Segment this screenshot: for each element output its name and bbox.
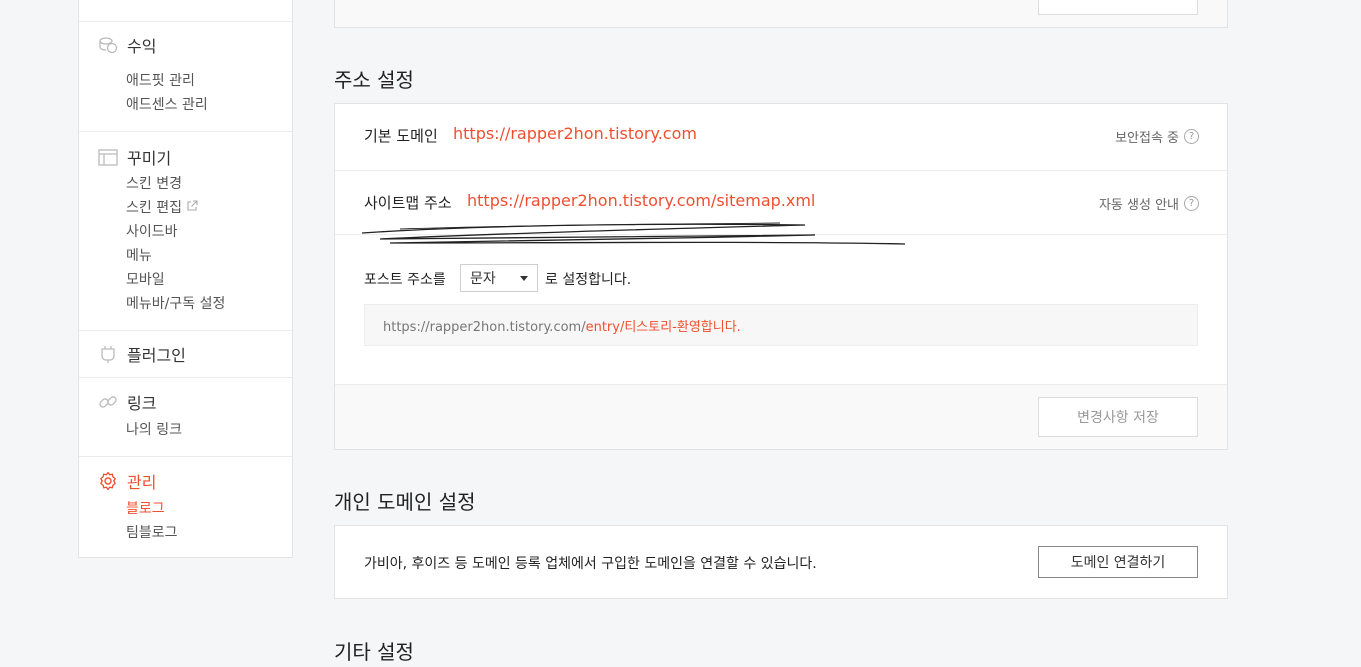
section-title-address: 주소 설정: [334, 68, 414, 92]
sitemap-url[interactable]: https://rapper2hon.tistory.com/sitemap.x…: [467, 191, 815, 210]
sidebar-item-skin-change[interactable]: 스킨 변경: [126, 173, 182, 193]
sidebar-item-mobile[interactable]: 모바일: [126, 269, 165, 289]
sidebar-group-label: 플러그인: [127, 346, 186, 365]
divider: [79, 131, 292, 132]
sidebar-item-adfit[interactable]: 애드핏 관리: [126, 70, 195, 90]
post-address-preview: https://rapper2hon.tistory.com/entry/티스토…: [364, 304, 1198, 346]
sidebar-item-label: 스킨 편집: [126, 200, 182, 216]
help-icon[interactable]: ?: [1184, 129, 1199, 144]
divider: [79, 377, 292, 378]
secure-status: 보안접속 중?: [1115, 127, 1199, 146]
sidebar-item-menubar-subscribe[interactable]: 메뉴바/구독 설정: [126, 293, 225, 313]
previous-save-button[interactable]: [1038, 0, 1198, 15]
sitemap-help-label: 자동 생성 안내: [1098, 198, 1179, 213]
section-title-custom-domain: 개인 도메인 설정: [334, 490, 476, 514]
sidebar-group-manage[interactable]: 관리: [97, 469, 156, 493]
sidebar: 수익 애드핏 관리 애드센스 관리 꾸미기 스킨 변경 스킨 편집 사이드바 메…: [78, 0, 293, 558]
post-address-select[interactable]: 문자: [460, 264, 538, 292]
gear-icon: [97, 470, 119, 492]
sidebar-group-label: 수익: [127, 37, 157, 56]
preview-base-url: https://rapper2hon.tistory.com/: [383, 320, 586, 335]
section-title-other: 기타 설정: [334, 640, 414, 664]
sidebar-item-my-link[interactable]: 나의 링크: [126, 419, 182, 439]
divider: [79, 21, 292, 22]
post-address-prefix: 포스트 주소를: [364, 272, 446, 288]
post-address-area: 포스트 주소를 문자 로 설정합니다. https://rapper2hon.t…: [335, 234, 1227, 384]
help-icon[interactable]: ?: [1184, 196, 1199, 211]
sidebar-item-sidebar[interactable]: 사이드바: [126, 221, 178, 241]
default-domain-url[interactable]: https://rapper2hon.tistory.com: [453, 124, 697, 143]
divider: [335, 384, 1227, 385]
custom-domain-card: 가비아, 후이즈 등 도메인 등록 업체에서 구입한 도메인을 연결할 수 있습…: [334, 525, 1228, 599]
sidebar-group-plugin[interactable]: 플러그인: [97, 342, 186, 366]
sidebar-group-revenue[interactable]: 수익: [97, 33, 156, 57]
preview-path: entry/티스토리-환영합니다.: [585, 320, 741, 335]
layout-icon: [97, 146, 119, 168]
sidebar-group-decorate[interactable]: 꾸미기: [97, 145, 171, 169]
sidebar-item-team-blog[interactable]: 팀블로그: [126, 522, 178, 542]
sitemap-label: 사이트맵 주소: [364, 194, 452, 212]
external-link-icon: [186, 200, 198, 216]
sidebar-item-adsense[interactable]: 애드센스 관리: [126, 94, 208, 114]
post-address-suffix: 로 설정합니다.: [545, 272, 632, 288]
secure-label: 보안접속 중: [1115, 131, 1179, 146]
previous-section-card: [334, 0, 1228, 28]
sidebar-group-label: 링크: [127, 394, 157, 413]
sidebar-group-label: 관리: [127, 473, 157, 492]
sidebar-item-blog[interactable]: 블로그: [126, 498, 165, 518]
post-address-select-value: 문자: [470, 271, 496, 287]
chevron-down-icon: [520, 275, 528, 281]
connect-domain-button[interactable]: 도메인 연결하기: [1038, 546, 1198, 578]
divider: [79, 456, 292, 457]
save-area: 변경사항 저장: [335, 384, 1227, 449]
sidebar-group-label: 꾸미기: [127, 149, 172, 168]
sitemap-help: 자동 생성 안내?: [1099, 194, 1199, 213]
address-settings-card: 기본 도메인 https://rapper2hon.tistory.com 보안…: [334, 103, 1228, 450]
sidebar-group-link[interactable]: 링크: [97, 390, 156, 414]
custom-domain-description: 가비아, 후이즈 등 도메인 등록 업체에서 구입한 도메인을 연결할 수 있습…: [364, 556, 817, 572]
default-domain-label: 기본 도메인: [364, 127, 438, 145]
sidebar-item-skin-edit[interactable]: 스킨 편집: [126, 197, 198, 217]
sidebar-item-menu[interactable]: 메뉴: [126, 245, 152, 265]
divider: [79, 330, 292, 331]
divider: [335, 170, 1227, 171]
plug-icon: [97, 343, 119, 365]
coins-icon: [97, 34, 119, 56]
save-changes-button[interactable]: 변경사항 저장: [1038, 397, 1198, 437]
link-icon: [97, 391, 119, 413]
